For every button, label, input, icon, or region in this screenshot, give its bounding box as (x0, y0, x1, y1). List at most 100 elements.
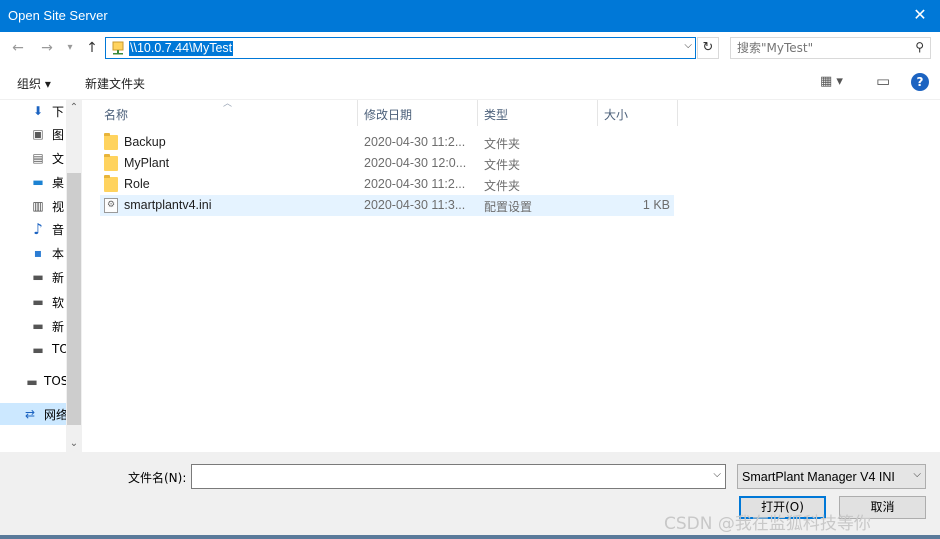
file-type: 文件夹 (484, 137, 521, 151)
file-type-filter[interactable]: SmartPlant Manager V4 INI ⌵ (737, 464, 926, 489)
chevron-down-icon[interactable]: ⌵ (713, 469, 721, 480)
sidebar-item-documents[interactable]: ▤ 文 (30, 147, 66, 169)
file-row-smartplantv4-ini[interactable]: ⚙ smartplantv4.ini 2020-04-30 11:3... 配置… (100, 195, 674, 216)
file-modified: 2020-04-30 11:2... (364, 135, 466, 149)
drive-icon: ▬ (32, 295, 44, 309)
sidebar-item-videos[interactable]: ▥ 视 (30, 195, 66, 217)
folder-icon (104, 154, 118, 171)
file-size: 1 KB (642, 198, 670, 212)
help-icon[interactable]: ? (911, 73, 929, 91)
up-folder-icon[interactable]: ↑ (82, 38, 102, 58)
title-bar: Open Site Server ✕ (0, 0, 940, 32)
view-options-icon[interactable]: ▦ ▾ (820, 74, 843, 89)
sidebar-item-this-pc[interactable]: ▪ 本 (30, 242, 66, 264)
window-title: Open Site Server (8, 8, 108, 23)
sidebar-item-drive[interactable]: ▬ TOS (24, 371, 66, 393)
sidebar-item-label: 软 (52, 296, 65, 310)
sidebar-item-drive[interactable]: ▬ 新 (30, 266, 66, 288)
drive-icon: ▬ (32, 343, 44, 357)
file-row-role[interactable]: Role 2020-04-30 11:2... 文件夹 (100, 174, 674, 195)
sidebar-item-label: 视 (52, 200, 65, 214)
folder-icon (104, 133, 118, 150)
sidebar-item-drive[interactable]: ▬ 软 (30, 291, 66, 313)
column-header-type[interactable]: 类型 (478, 100, 598, 126)
search-box[interactable]: ⚲ (730, 37, 931, 59)
recent-locations-icon[interactable]: ▾ (60, 38, 80, 58)
file-row-myplant[interactable]: MyPlant 2020-04-30 12:0... 文件夹 (100, 153, 674, 174)
desktop-icon: ▬ (32, 175, 44, 189)
scroll-up-icon[interactable]: ⌃ (66, 100, 82, 116)
sidebar-item-label: 音 (52, 223, 65, 237)
sidebar-item-desktop[interactable]: ▬ 桌 (30, 171, 66, 193)
file-row-backup[interactable]: Backup 2020-04-30 11:2... 文件夹 (100, 132, 674, 153)
sidebar-item-label: 桌 (52, 176, 65, 190)
organize-button[interactable]: 组织 ▾ (17, 75, 51, 92)
address-path[interactable]: \\10.0.7.44\MyTest (129, 41, 234, 56)
column-header-modified[interactable]: 修改日期 (358, 100, 478, 126)
file-type-filter-value: SmartPlant Manager V4 INI (742, 470, 895, 484)
download-icon: ⬇ (32, 104, 44, 118)
sidebar-item-drive[interactable]: ▬ 新 (30, 315, 66, 337)
settings-file-icon: ⚙ (104, 198, 118, 213)
dialog-footer: 文件名(N): ⌵ SmartPlant Manager V4 INI ⌵ 打开… (0, 452, 940, 539)
folder-icon (104, 175, 118, 192)
sidebar-scrollbar[interactable]: ⌃ ⌄ (66, 100, 82, 452)
new-folder-button[interactable]: 新建文件夹 (85, 75, 145, 92)
pictures-icon: ▣ (32, 127, 44, 141)
close-icon[interactable]: ✕ (910, 4, 930, 26)
sidebar-item-music[interactable]: ♪ 音 (30, 218, 66, 240)
forward-icon[interactable]: → (37, 38, 57, 58)
sidebar-item-label: 新 (52, 271, 65, 285)
file-type: 配置设置 (484, 200, 533, 214)
sidebar-item-network[interactable]: ⇄ 网络 (0, 403, 66, 425)
column-header-name[interactable]: 名称 (82, 100, 358, 126)
preview-pane-icon[interactable]: ▭ (876, 72, 890, 90)
sidebar-item-pictures[interactable]: ▣ 图 (30, 123, 66, 145)
filename-label: 文件名(N): (128, 471, 187, 485)
sidebar-item-label: 网络 (44, 408, 66, 422)
sidebar-item-label: 图 (52, 128, 65, 142)
drive-icon: ▬ (32, 319, 44, 333)
scroll-down-icon[interactable]: ⌄ (66, 436, 82, 452)
sidebar-item-label: TOS (44, 374, 66, 388)
network-icon: ⇄ (24, 407, 36, 421)
search-icon[interactable]: ⚲ (915, 40, 924, 54)
this-pc-icon: ▪ (33, 246, 43, 260)
file-modified: 2020-04-30 11:2... (364, 177, 466, 191)
scrollbar-thumb[interactable] (67, 173, 81, 425)
column-header-size[interactable]: 大小 (598, 100, 678, 126)
videos-icon: ▥ (32, 199, 44, 213)
drive-icon: ▬ (32, 270, 44, 284)
file-name: smartplantv4.ini (124, 198, 212, 212)
column-header-label: 大小 (604, 108, 629, 122)
sidebar-item-label: 下 (52, 105, 65, 119)
search-input[interactable] (737, 40, 907, 56)
sidebar-item-label: 新 (52, 320, 65, 334)
chevron-down-icon[interactable]: ⌵ (684, 40, 692, 51)
file-name: Backup (124, 135, 166, 149)
taskbar-strip (0, 535, 940, 539)
back-icon[interactable]: ← (8, 38, 28, 58)
network-drive-icon (112, 41, 124, 55)
navigation-pane: ⬇ 下 ▣ 图 ▤ 文 ▬ 桌 ▥ 视 ♪ 音 ▪ 本 ▬ 新 ▬ 软 ▬ 新 … (0, 100, 66, 452)
filename-combobox[interactable]: ⌵ (191, 464, 726, 489)
column-header-label: 名称 (104, 108, 129, 122)
filename-input[interactable] (196, 468, 696, 485)
refresh-icon[interactable]: ↻ (697, 37, 719, 59)
music-icon: ♪ (33, 220, 43, 238)
sidebar-item-downloads[interactable]: ⬇ 下 (30, 100, 66, 122)
documents-icon: ▤ (32, 151, 44, 165)
file-modified: 2020-04-30 11:3... (364, 198, 466, 212)
file-type: 文件夹 (484, 179, 521, 193)
navigation-bar: ← → ▾ ↑ \\10.0.7.44\MyTest ⌵ ↻ ⚲ (0, 32, 940, 64)
chevron-down-icon[interactable]: ⌵ (913, 469, 921, 480)
file-name: MyPlant (124, 156, 170, 170)
file-modified: 2020-04-30 12:0... (364, 156, 467, 170)
watermark: CSDN @我在监狐科技等你 (664, 514, 871, 534)
address-bar[interactable]: \\10.0.7.44\MyTest ⌵ (105, 37, 696, 59)
column-header-label: 类型 (484, 108, 509, 122)
command-toolbar: 组织 ▾ 新建文件夹 ▦ ▾ ▭ ? (0, 64, 940, 100)
column-header-label: 修改日期 (364, 108, 413, 122)
sidebar-item-drive[interactable]: ▬ TO (30, 339, 66, 361)
drive-icon: ▬ (26, 375, 38, 389)
